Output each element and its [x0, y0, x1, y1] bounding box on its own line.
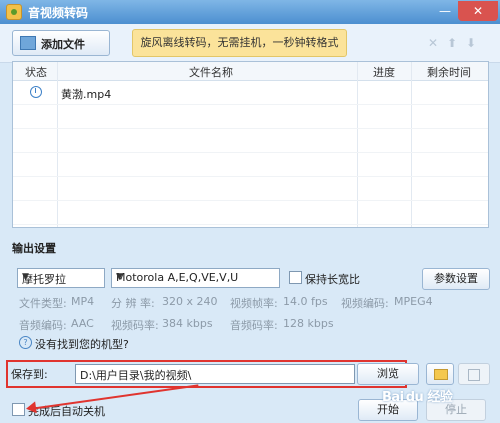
shutdown-checkbox[interactable] [12, 403, 25, 416]
open-folder-button[interactable] [426, 363, 454, 385]
export-button[interactable] [458, 363, 490, 385]
resolution-label: 分 辨 率: [111, 297, 155, 310]
chevron-down-icon: ▼ [116, 272, 123, 282]
promo-text: 旋风离线转码，无需挂机，一秒钟转格式 [140, 36, 339, 49]
table-header: 状态 文件名称 进度 剩余时间 [13, 62, 488, 81]
output-settings-header: 输出设置 [12, 242, 56, 255]
missing-model-link[interactable]: 没有找到您的机型? [35, 336, 129, 352]
resolution-value: 320 x 240 [162, 295, 218, 308]
column-status: 状态 [25, 66, 47, 79]
move-up-icon[interactable]: ⬆ [446, 37, 458, 49]
delete-icon[interactable]: ✕ [427, 37, 439, 49]
column-progress: 进度 [373, 66, 395, 79]
video-bitrate-label: 视频码率: [111, 319, 159, 332]
help-icon: ? [19, 336, 32, 349]
video-codec-value: MPEG4 [394, 295, 433, 308]
audio-codec-label: 音频编码: [19, 319, 67, 332]
add-file-label: 添加文件 [41, 38, 85, 51]
video-bitrate-value: 384 kbps [162, 317, 213, 330]
brand-select[interactable]: 摩托罗拉 ▼ [17, 268, 105, 288]
column-filename: 文件名称 [189, 66, 233, 79]
param-settings-button[interactable]: 参数设置 [422, 268, 490, 290]
table-row[interactable]: 黄渤.mp4 [13, 81, 488, 105]
audio-bitrate-label: 音频码率: [230, 319, 278, 332]
save-path-input[interactable]: D:\用户目录\我的视频\ [75, 364, 355, 384]
move-down-icon[interactable]: ⬇ [465, 37, 477, 49]
converter-window: 音视频转码 — ✕ 添加文件 旋风离线转码，无需挂机，一秒钟转格式 ✕ ⬆ ⬇ … [0, 0, 500, 423]
file-table[interactable]: 状态 文件名称 进度 剩余时间 黄渤.mp4 [12, 61, 489, 228]
table-row [13, 177, 488, 201]
promo-banner[interactable]: 旋风离线转码，无需挂机，一秒钟转格式 [132, 29, 347, 57]
file-type-label: 文件类型: [19, 297, 67, 310]
table-row [13, 105, 488, 129]
annotation-arrow-head [25, 401, 37, 415]
shutdown-label: 完成后自动关机 [28, 405, 105, 418]
app-icon [6, 4, 22, 20]
audio-bitrate-value: 128 kbps [283, 317, 334, 330]
window-title: 音视频转码 [28, 6, 89, 20]
video-framerate-label: 视频帧率: [230, 297, 278, 310]
file-type-value: MP4 [71, 295, 95, 308]
browse-button[interactable]: 浏览 [357, 363, 419, 385]
add-file-button[interactable]: 添加文件 [12, 30, 110, 56]
chevron-down-icon: ▼ [22, 272, 29, 282]
video-framerate-value: 14.0 fps [283, 295, 328, 308]
annotation-arrow [29, 384, 199, 410]
baidu-watermark: Bai du 经验 [382, 390, 453, 405]
keep-aspect-label: 保持长宽比 [305, 273, 360, 286]
export-icon [468, 369, 480, 381]
film-icon [20, 36, 36, 50]
audio-codec-value: AAC [71, 317, 94, 330]
table-row [13, 201, 488, 225]
table-row [13, 153, 488, 177]
file-name: 黄渤.mp4 [61, 88, 112, 101]
column-remaining: 剩余时间 [427, 66, 471, 79]
save-path-value: D:\用户目录\我的视频\ [80, 369, 192, 382]
folder-icon [434, 369, 448, 380]
keep-aspect-checkbox[interactable] [289, 271, 302, 284]
close-button[interactable]: ✕ [458, 1, 498, 21]
table-row [13, 129, 488, 153]
clock-icon [30, 86, 42, 98]
model-select[interactable]: Motorola A,E,Q,VE,V,U ▼ [111, 268, 280, 288]
save-to-label: 保存到: [11, 368, 48, 381]
video-codec-label: 视频编码: [341, 297, 389, 310]
minimize-button[interactable]: — [432, 1, 458, 21]
title-bar: 音视频转码 — ✕ [0, 0, 500, 24]
